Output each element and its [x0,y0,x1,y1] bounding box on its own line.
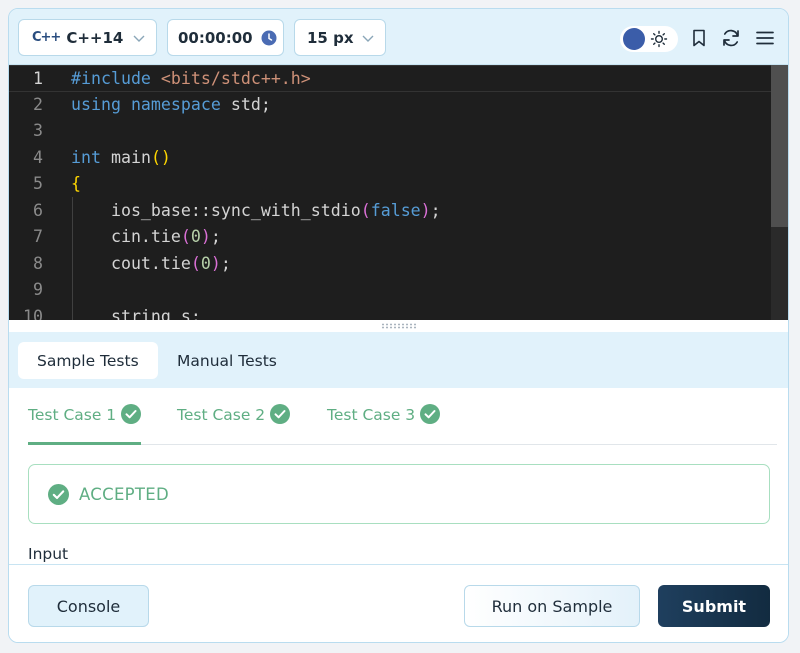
code-editor-app: C++ C++14 00:00:00 15 px 1 #include <bit… [8,8,789,643]
code-line[interactable]: 2 using namespace std; [9,92,771,119]
action-footer: Console Run on Sample Submit [9,564,788,642]
hamburger-menu-icon[interactable] [755,28,775,48]
code-token: ) [420,200,431,220]
code-text: cout.tie(0); [71,251,231,278]
code-token: { [71,174,81,193]
code-token: std; [220,94,271,114]
code-token: int [71,147,101,167]
check-circle-icon [420,404,441,424]
chevron-down-icon [362,35,374,42]
input-label: Input [28,545,69,563]
code-text: string s; [71,304,201,321]
code-token: cin.tie [71,227,181,246]
timer-value: 00:00:00 [178,28,253,47]
check-circle-icon [121,404,142,424]
language-label: C++14 [66,28,124,47]
code-line[interactable]: 8 cout.tie(0); [9,251,771,278]
code-line[interactable]: 7 cin.tie(0); [9,224,771,251]
code-token: ( [190,253,201,273]
line-number: 7 [33,227,43,246]
code-line[interactable]: 5{ [9,171,771,198]
code-text: cin.tie(0); [71,224,221,251]
tab-test-case-2[interactable]: Test Case 2 [177,404,291,442]
code-token: main [100,147,151,167]
code-line[interactable]: 9 [9,277,771,304]
chevron-down-icon [133,35,145,42]
code-text: int main() [71,145,171,172]
test-case-tabs: Test Case 1 Test Case 2 Test Case 3 [28,388,777,445]
verdict-text: ACCEPTED [79,484,170,504]
tab-manual-tests[interactable]: Manual Tests [158,342,296,379]
language-select[interactable]: C++ C++14 [18,19,157,56]
font-size-select[interactable]: 15 px [294,19,386,56]
code-line[interactable]: 6 ios_base::sync_with_stdio(false); [9,198,771,225]
code-token: () [150,147,171,167]
line-number: 2 [33,94,43,114]
font-size-label: 15 px [307,28,354,47]
line-number: 3 [33,121,43,140]
code-token: false [370,200,421,220]
verdict-banner: ACCEPTED [28,464,770,524]
code-token: using namespace [71,94,221,114]
sun-icon [650,30,668,48]
drag-grip-icon [381,323,417,329]
editor-toolbar: C++ C++14 00:00:00 15 px [9,9,788,65]
line-number: 6 [33,200,43,220]
code-text: using namespace std; [71,92,271,119]
code-token: ) [200,227,211,246]
tests-tabbar: Sample Tests Manual Tests [9,332,788,388]
code-editor[interactable]: 1 #include <bits/stdc++.h> 2 using namespac… [9,65,788,320]
toggle-knob [623,28,645,50]
code-token: ios_base::sync_with_stdio [71,200,361,220]
code-token: 0 [190,227,201,246]
line-number: 9 [33,280,43,299]
cpp-logo-icon: C++ [32,30,61,45]
submit-button[interactable]: Submit [658,585,770,627]
code-token: string s; [71,306,201,321]
code-text: { [71,171,81,198]
code-token: ; [210,227,221,246]
code-line[interactable]: 3 [9,118,771,145]
timer[interactable]: 00:00:00 [167,19,284,56]
theme-toggle[interactable] [620,26,678,52]
console-button[interactable]: Console [28,585,149,627]
run-on-sample-button[interactable]: Run on Sample [464,585,640,627]
code-token: ) [210,253,221,273]
code-token: ; [430,200,441,220]
line-number: 4 [33,147,43,167]
refresh-icon[interactable] [721,28,741,48]
bookmark-icon[interactable] [689,28,709,48]
line-number: 8 [33,253,43,273]
check-circle-icon [48,483,69,505]
editor-scrollbar-thumb[interactable] [771,65,788,227]
line-number: 5 [33,174,43,193]
line-number: 1 [33,69,43,88]
clock-icon [261,30,277,45]
code-token: ; [220,253,231,273]
code-token: 0 [200,253,211,273]
resize-handle[interactable] [9,320,788,332]
code-text: ios_base::sync_with_stdio(false); [71,198,441,225]
code-token: #include [71,69,161,88]
tab-test-case-3[interactable]: Test Case 3 [327,404,441,442]
code-text: #include <bits/stdc++.h> [71,66,311,93]
code-line[interactable]: 1 #include <bits/stdc++.h> [9,65,771,92]
code-token: cout.tie [71,253,191,273]
test-case-label: Test Case 1 [28,406,117,424]
code-token: ( [360,200,371,220]
code-line[interactable]: 4 int main() [9,145,771,172]
tab-test-case-1[interactable]: Test Case 1 [28,404,142,445]
test-case-label: Test Case 3 [327,406,416,424]
indent-guide [72,197,73,320]
check-circle-icon [270,404,291,424]
code-token: ( [180,227,191,246]
test-case-label: Test Case 2 [177,406,266,424]
code-token: <bits/stdc++.h> [160,69,311,88]
tab-sample-tests[interactable]: Sample Tests [18,342,158,379]
code-line[interactable]: 10 string s; [9,304,771,321]
line-number: 10 [23,306,43,321]
